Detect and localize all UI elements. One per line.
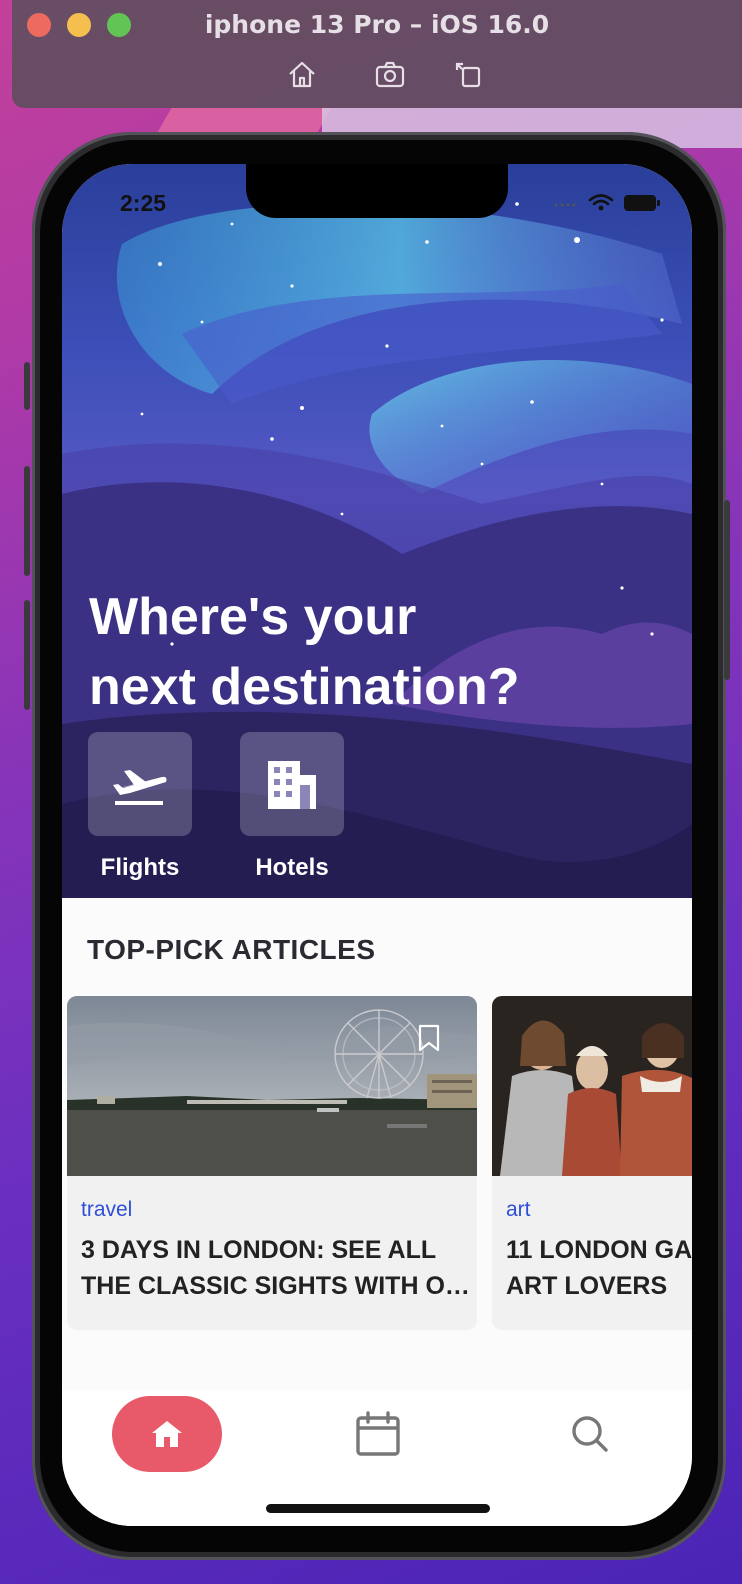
hotels-button[interactable]: Hotels [240,732,344,882]
phone-screen: 2:25 Where's your next destination? Flig… [62,164,692,1526]
article-card-london[interactable]: travel 3 DAYS IN LONDON: SEE ALL THE CLA… [67,996,477,1330]
article-title: 11 LONDON GA ART LOVERS [506,1232,692,1304]
flights-button[interactable]: Flights [88,732,192,882]
volume-down-button [24,600,30,710]
article-title: 3 DAYS IN LONDON: SEE ALL THE CLASSIC SI… [81,1232,471,1304]
mute-switch [24,362,30,410]
simulator-title: iphone 13 Pro – iOS 16.0 [204,10,550,39]
article-category: art [506,1198,531,1221]
hero-heading-line-2: next destination? [89,658,520,716]
article-category: travel [81,1198,133,1221]
search-icon [572,1416,608,1452]
flights-label: Flights [100,854,180,881]
status-bar-time: 2:25 [120,190,167,216]
simulator-rotate-icon[interactable] [453,58,485,90]
hotels-label: Hotels [255,854,329,881]
tab-search[interactable] [562,1406,618,1462]
article-image-london-eye [67,996,477,1176]
status-bar-icons [552,192,662,219]
article-title-line-2: ART LOVERS [506,1272,668,1300]
hero-heading-line-1: Where's your [89,588,417,646]
airplane-departure-icon [113,770,167,805]
article-card-art[interactable]: art 11 LONDON GA ART LOVERS [492,996,692,1330]
home-icon [152,1421,182,1447]
volume-up-button [24,466,30,576]
simulator-screenshot-icon[interactable] [374,58,406,90]
section-title-top-pick: TOP-PICK ARTICLES [87,934,376,965]
camera-notch [246,164,508,218]
calendar-icon [356,1411,400,1456]
hero-banner: 2:25 Where's your next destination? Flig… [62,164,692,898]
hotels-icon-tile[interactable] [240,732,344,836]
signal-icon [554,203,576,207]
hero-heading: Where's your next destination? [89,582,649,722]
simulator-home-icon[interactable] [286,58,318,90]
home-indicator[interactable] [266,1504,490,1513]
battery-icon [624,195,660,211]
tab-calendar[interactable] [350,1406,406,1462]
flights-icon-tile[interactable] [88,732,192,836]
article-image-painting [492,996,692,1176]
simulator-window-bar: iphone 13 Pro – iOS 16.0 [12,0,742,108]
article-title-line-1: 3 DAYS IN LONDON: SEE ALL [81,1236,437,1264]
tab-home[interactable] [112,1396,222,1472]
bookmark-icon[interactable] [417,1024,441,1052]
wifi-icon [588,194,614,206]
article-title-line-2: THE CLASSIC SIGHTS WITH O… [81,1272,470,1300]
article-title-line-1: 11 LONDON GA [506,1236,692,1264]
hotel-building-icon [268,761,316,809]
power-button [724,500,730,680]
